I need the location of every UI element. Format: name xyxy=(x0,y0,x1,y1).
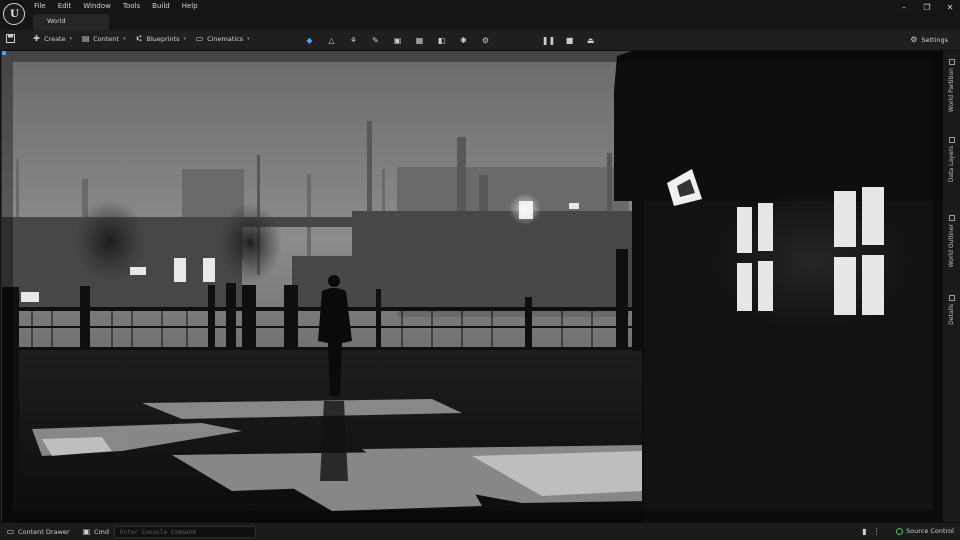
menu-help[interactable]: Help xyxy=(182,2,198,10)
menu-tools[interactable]: Tools xyxy=(123,2,140,10)
close-icon[interactable]: ✕ xyxy=(944,3,956,12)
paint-mode-icon[interactable]: ✎ xyxy=(367,33,384,48)
create-button[interactable]: ✚ Create ▾ xyxy=(32,34,72,43)
modeling-mode-icon[interactable]: ◧ xyxy=(433,33,450,48)
create-icon: ✚ xyxy=(33,34,40,43)
stop-icon[interactable]: ■ xyxy=(561,33,578,48)
save-icon[interactable] xyxy=(6,34,15,43)
data-layers-label: Data Layers xyxy=(948,146,955,183)
details-label: Details xyxy=(948,304,955,325)
content-drawer-icon: ▭ xyxy=(6,527,15,536)
main-toolbar: ✚ Create ▾ ▤ Content ▾ ⑆ Blueprints ▾ ▭ … xyxy=(0,30,960,51)
chevron-down-icon: ▾ xyxy=(69,35,73,42)
landscape-mode-icon[interactable]: △ xyxy=(323,33,340,48)
chevron-down-icon: ▾ xyxy=(183,35,187,42)
mode-tools: ◆ △ ⚘ ✎ ▣ ▦ ◧ ✱ ⚙ xyxy=(301,33,494,48)
blueprints-button[interactable]: ⑆ Blueprints ▾ xyxy=(135,34,187,43)
fracture-mode-icon[interactable]: ▦ xyxy=(411,33,428,48)
window-controls: – ❐ ✕ xyxy=(898,3,956,12)
world-partition-label: World Partition xyxy=(948,68,955,113)
menu-build[interactable]: Build xyxy=(152,2,170,10)
chevron-down-icon: ▾ xyxy=(247,35,250,42)
mesh-paint-icon[interactable]: ▣ xyxy=(389,33,406,48)
source-control-label: Source Control xyxy=(906,527,954,535)
console-command-input[interactable] xyxy=(114,526,256,538)
create-label: Create xyxy=(44,34,66,43)
blueprints-icon: ⑆ xyxy=(136,34,142,43)
select-mode-icon[interactable]: ◆ xyxy=(301,33,318,48)
content-button[interactable]: ▤ Content ▾ xyxy=(81,34,126,43)
logo-text: U xyxy=(10,8,19,20)
more-options-icon[interactable]: ⋮ xyxy=(872,527,881,536)
terminal-icon: ▣ xyxy=(82,527,91,536)
derived-data-icon[interactable]: ▮ ⋮ xyxy=(860,527,881,536)
physics-mode-icon[interactable]: ⚙ xyxy=(477,33,494,48)
source-control-button[interactable]: Source Control xyxy=(896,527,954,535)
content-drawer-button[interactable]: ▭ Content Drawer xyxy=(6,527,70,536)
cinematics-label: Cinematics xyxy=(207,34,244,43)
restore-icon[interactable]: ❐ xyxy=(921,3,933,12)
tab-world-partition[interactable]: World Partition xyxy=(943,59,960,112)
animation-mode-icon[interactable]: ✱ xyxy=(455,33,472,48)
chevron-down-icon: ▾ xyxy=(122,35,126,42)
menu-edit[interactable]: Edit xyxy=(58,2,72,10)
settings-button[interactable]: ⚙ Settings xyxy=(909,35,948,44)
level-viewport[interactable] xyxy=(1,51,943,522)
pause-icon[interactable]: ❚❚ xyxy=(540,33,557,48)
tab-details[interactable]: Details xyxy=(943,295,960,325)
tab-world-outliner[interactable]: World Outliner xyxy=(943,215,960,267)
status-bar: ▭ Content Drawer ▣ Cmd ▮ ⋮ Source Contro… xyxy=(0,522,960,540)
foliage-mode-icon[interactable]: ⚘ xyxy=(345,33,362,48)
source-control-status-icon xyxy=(896,527,903,535)
content-label: Content xyxy=(93,34,119,43)
data-layers-icon xyxy=(948,137,955,143)
derived-data-glyph-icon: ▮ xyxy=(862,527,867,536)
play-controls: ❚❚ ■ ⏏ xyxy=(540,33,599,48)
settings-label: Settings xyxy=(921,35,948,44)
details-icon xyxy=(948,295,955,301)
world-outliner-icon xyxy=(948,215,955,221)
cmd-label: Cmd xyxy=(94,527,109,536)
tab-data-layers[interactable]: Data Layers xyxy=(943,137,960,182)
menu-window[interactable]: Window xyxy=(83,2,111,10)
main-menu: File Edit Window Tools Build Help xyxy=(34,2,198,10)
cinematics-button[interactable]: ▭ Cinematics ▾ xyxy=(195,34,250,43)
toolbar-left-group: ✚ Create ▾ ▤ Content ▾ ⑆ Blueprints ▾ ▭ … xyxy=(6,34,250,43)
viewport-focus-indicator xyxy=(2,51,6,55)
content-drawer-label: Content Drawer xyxy=(18,527,70,536)
title-bar: U File Edit Window Tools Build Help Worl… xyxy=(0,0,960,30)
cinematics-icon: ▭ xyxy=(195,34,204,43)
menu-file[interactable]: File xyxy=(34,2,46,10)
unreal-logo-icon[interactable]: U xyxy=(3,3,25,25)
cmd-selector[interactable]: ▣ Cmd xyxy=(82,527,109,536)
tab-world[interactable]: World xyxy=(33,14,109,30)
content-icon: ▤ xyxy=(81,34,90,43)
side-panel-rail: World Partition Data Layers World Outlin… xyxy=(943,51,960,522)
minimize-icon[interactable]: – xyxy=(898,3,910,12)
eject-icon[interactable]: ⏏ xyxy=(582,33,599,48)
blueprints-label: Blueprints xyxy=(146,34,180,43)
world-partition-icon xyxy=(948,59,955,65)
viewport-scene xyxy=(2,51,943,522)
world-outliner-label: World Outliner xyxy=(948,224,955,268)
gear-icon: ⚙ xyxy=(910,35,918,44)
